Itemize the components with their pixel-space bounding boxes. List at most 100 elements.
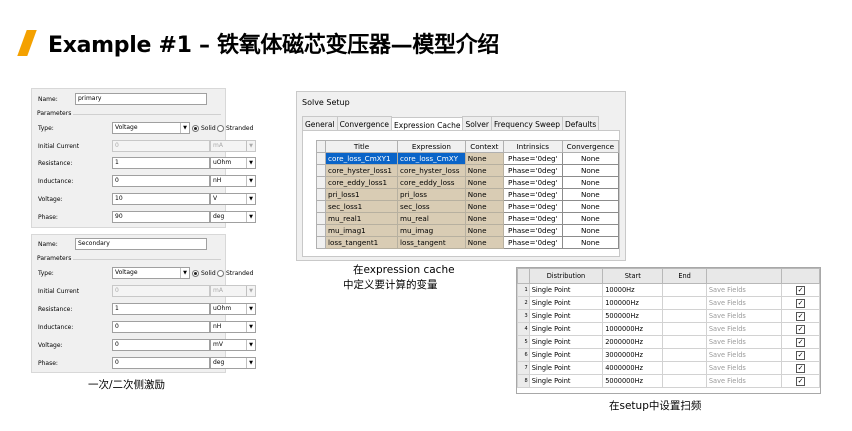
column-header-intrinsics[interactable]: Intrinsics <box>502 140 563 153</box>
cell-start[interactable]: 4000000Hz <box>602 361 664 375</box>
table-row[interactable]: mu_imag1 mu_imag None Phase='0deg' None <box>315 224 620 237</box>
cell-start[interactable]: 3000000Hz <box>602 348 664 362</box>
voltage-field[interactable]: 10 <box>112 193 210 205</box>
initial-current-field[interactable]: 0 <box>112 140 210 152</box>
cell-title[interactable]: mu_real1 <box>325 212 399 225</box>
intrinsics-button[interactable]: Phase='0deg' <box>502 200 563 213</box>
cell-expression[interactable]: loss_tangent <box>397 236 466 249</box>
intrinsics-button[interactable]: Phase='0deg' <box>502 236 563 249</box>
resistance-field[interactable]: 1 <box>112 303 210 315</box>
save-fields-checkbox[interactable]: ✓ <box>796 285 806 295</box>
cell-start[interactable]: 500000Hz <box>602 309 664 323</box>
stranded-radio[interactable]: Stranded <box>217 125 253 132</box>
cell-context[interactable]: None <box>464 164 504 177</box>
cell-end[interactable] <box>662 348 707 362</box>
cell-context[interactable]: None <box>464 200 504 213</box>
cell-end[interactable] <box>662 283 707 297</box>
phase-unit-select[interactable]: deg ▼ <box>210 211 256 223</box>
cell-context[interactable]: None <box>464 224 504 237</box>
column-header-end[interactable]: End <box>662 268 707 284</box>
cell-end[interactable] <box>662 361 707 375</box>
table-row[interactable]: core_loss_CmXY1 core_loss_CmXY None Phase='… <box>315 152 620 165</box>
cell-context[interactable]: None <box>464 152 504 165</box>
inductance-unit-select[interactable]: nH ▼ <box>210 175 256 187</box>
table-row[interactable]: core_eddy_loss1 core_eddy_loss None Phase='… <box>315 176 620 189</box>
intrinsics-button[interactable]: Phase='0deg' <box>502 176 563 189</box>
convergence-button[interactable]: None <box>561 224 620 237</box>
phase-unit-select[interactable]: deg ▼ <box>210 357 256 369</box>
table-row[interactable]: 2 Single Point 100000Hz Save Fields ✓ <box>517 296 820 310</box>
cell-title[interactable]: sec_loss1 <box>325 200 399 213</box>
table-row[interactable]: loss_tangent1 loss_tangent None Phase='0deg… <box>315 236 620 249</box>
cell-start[interactable]: 2000000Hz <box>602 335 664 349</box>
intrinsics-button[interactable]: Phase='0deg' <box>502 164 563 177</box>
cell-start[interactable]: 10000Hz <box>602 283 664 297</box>
cell-expression[interactable]: core_eddy_loss <box>397 176 466 189</box>
save-fields-checkbox[interactable]: ✓ <box>796 337 806 347</box>
name-input[interactable]: Secondary <box>75 238 207 250</box>
cell-end[interactable] <box>662 374 707 388</box>
type-select[interactable]: Voltage ▼ <box>112 122 190 134</box>
convergence-button[interactable]: None <box>561 176 620 189</box>
cell-expression[interactable]: pri_loss <box>397 188 466 201</box>
convergence-button[interactable]: None <box>561 152 620 165</box>
cell-distribution[interactable]: Single Point <box>528 283 604 297</box>
phase-field[interactable]: 90 <box>112 211 210 223</box>
stranded-radio[interactable]: Stranded <box>217 270 253 277</box>
cell-title[interactable]: core_hyster_loss1 <box>325 164 399 177</box>
cell-title[interactable]: core_loss_CmXY1 <box>325 152 399 165</box>
column-header-distribution[interactable]: Distribution <box>528 268 604 284</box>
save-fields-checkbox[interactable]: ✓ <box>796 363 806 373</box>
column-header-convergence[interactable]: Convergence <box>561 140 620 153</box>
cell-title[interactable]: core_eddy_loss1 <box>325 176 399 189</box>
table-row[interactable]: pri_loss1 pri_loss None Phase='0deg' None <box>315 188 620 201</box>
cell-expression[interactable]: core_hyster_loss <box>397 164 466 177</box>
cell-end[interactable] <box>662 309 707 323</box>
cell-expression[interactable]: mu_imag <box>397 224 466 237</box>
resistance-unit-select[interactable]: uOhm ▼ <box>210 157 256 169</box>
intrinsics-button[interactable]: Phase='0deg' <box>502 224 563 237</box>
cell-end[interactable] <box>662 322 707 336</box>
intrinsics-button[interactable]: Phase='0deg' <box>502 152 563 165</box>
cell-distribution[interactable]: Single Point <box>528 348 604 362</box>
cell-title[interactable]: pri_loss1 <box>325 188 399 201</box>
convergence-button[interactable]: None <box>561 236 620 249</box>
cell-context[interactable]: None <box>464 188 504 201</box>
cell-context[interactable]: None <box>464 212 504 225</box>
inductance-unit-select[interactable]: nH ▼ <box>210 321 256 333</box>
type-select[interactable]: Voltage ▼ <box>112 267 190 279</box>
solid-radio[interactable]: Solid <box>192 270 216 277</box>
initial-current-field[interactable]: 0 <box>112 285 210 297</box>
save-fields-checkbox[interactable]: ✓ <box>796 324 806 334</box>
column-header-expression[interactable]: Expression <box>397 140 466 153</box>
inductance-field[interactable]: 0 <box>112 321 210 333</box>
save-fields-checkbox[interactable]: ✓ <box>796 376 806 386</box>
cell-start[interactable]: 5000000Hz <box>602 374 664 388</box>
voltage-unit-select[interactable]: V ▼ <box>210 193 256 205</box>
resistance-field[interactable]: 1 <box>112 157 210 169</box>
table-row[interactable]: 5 Single Point 2000000Hz Save Fields ✓ <box>517 335 820 349</box>
column-header-start[interactable]: Start <box>602 268 664 284</box>
cell-context[interactable]: None <box>464 236 504 249</box>
save-fields-checkbox[interactable]: ✓ <box>796 298 806 308</box>
solid-radio[interactable]: Solid <box>192 125 216 132</box>
cell-context[interactable]: None <box>464 176 504 189</box>
convergence-button[interactable]: None <box>561 188 620 201</box>
table-row[interactable]: 8 Single Point 5000000Hz Save Fields ✓ <box>517 374 820 388</box>
cell-title[interactable]: mu_imag1 <box>325 224 399 237</box>
initial-current-unit-select[interactable]: mA ▼ <box>210 140 256 152</box>
intrinsics-button[interactable]: Phase='0deg' <box>502 212 563 225</box>
inductance-field[interactable]: 0 <box>112 175 210 187</box>
voltage-field[interactable]: 0 <box>112 339 210 351</box>
phase-field[interactable]: 0 <box>112 357 210 369</box>
column-header-context[interactable]: Context <box>464 140 504 153</box>
cell-expression[interactable]: sec_loss <box>397 200 466 213</box>
save-fields-checkbox[interactable]: ✓ <box>796 350 806 360</box>
cell-distribution[interactable]: Single Point <box>528 309 604 323</box>
cell-expression[interactable]: mu_real <box>397 212 466 225</box>
table-row[interactable]: sec_loss1 sec_loss None Phase='0deg' None <box>315 200 620 213</box>
table-row[interactable]: 6 Single Point 3000000Hz Save Fields ✓ <box>517 348 820 362</box>
table-row[interactable]: core_hyster_loss1 core_hyster_loss None Pha… <box>315 164 620 177</box>
cell-distribution[interactable]: Single Point <box>528 296 604 310</box>
name-input[interactable]: primary <box>75 93 207 105</box>
